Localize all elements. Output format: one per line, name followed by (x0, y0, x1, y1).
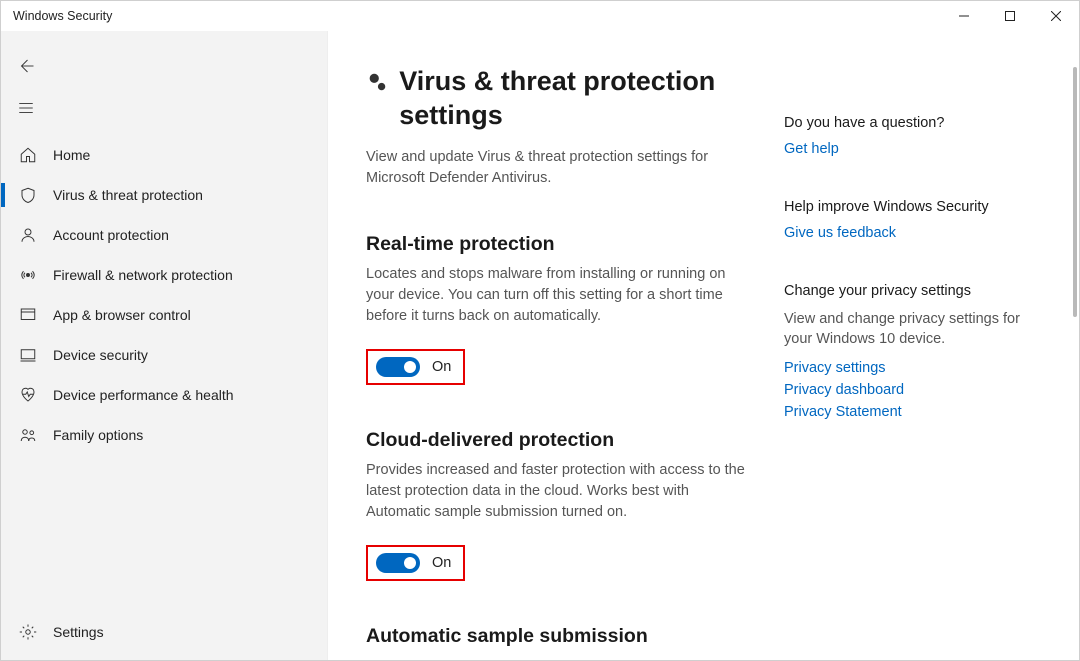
home-icon (17, 144, 39, 166)
minimize-button[interactable] (941, 1, 987, 31)
sidebar-item-label: Settings (53, 624, 104, 640)
sidebar-item-label: Device security (53, 347, 148, 363)
privacy-statement-link[interactable]: Privacy Statement (784, 404, 1051, 420)
window-title: Windows Security (13, 9, 112, 23)
app-icon (17, 304, 39, 326)
gear-icon (17, 621, 39, 643)
maximize-button[interactable] (987, 1, 1033, 31)
privacy-settings-link[interactable]: Privacy settings (784, 360, 1051, 376)
feedback-link[interactable]: Give us feedback (784, 225, 1051, 241)
right-heading: Change your privacy settings (784, 283, 1051, 299)
highlight-box: On (366, 545, 465, 581)
page-title: Virus & threat protection settings (399, 65, 754, 133)
sidebar-item-app-browser[interactable]: App & browser control (1, 295, 327, 335)
toggle-state: On (432, 359, 451, 375)
back-button[interactable] (5, 45, 47, 87)
section-realtime: Real-time protection Locates and stops m… (366, 233, 746, 385)
cloud-toggle[interactable] (376, 553, 420, 573)
shield-icon (17, 184, 39, 206)
sidebar-item-family[interactable]: Family options (1, 415, 327, 455)
sidebar-item-settings[interactable]: Settings (1, 612, 327, 652)
right-desc: View and change privacy settings for you… (784, 309, 1051, 350)
sidebar-item-label: Home (53, 147, 90, 163)
privacy-dashboard-link[interactable]: Privacy dashboard (784, 382, 1051, 398)
menu-button[interactable] (5, 87, 47, 129)
section-desc: Provides increased and faster protection… (366, 460, 746, 523)
sidebar: Home Virus & threat protection Account p… (1, 31, 328, 660)
section-title: Automatic sample submission (366, 625, 746, 648)
titlebar: Windows Security (1, 1, 1079, 31)
sidebar-item-virus-threat[interactable]: Virus & threat protection (1, 175, 327, 215)
close-button[interactable] (1033, 1, 1079, 31)
right-heading: Help improve Windows Security (784, 199, 1051, 215)
person-icon (17, 224, 39, 246)
realtime-toggle[interactable] (376, 357, 420, 377)
get-help-link[interactable]: Get help (784, 141, 1051, 157)
right-column: Do you have a question? Get help Help im… (784, 31, 1079, 660)
sidebar-item-label: Family options (53, 427, 143, 443)
sidebar-item-label: Account protection (53, 227, 169, 243)
toggle-state: On (432, 555, 451, 571)
sidebar-item-label: Firewall & network protection (53, 267, 233, 283)
right-heading: Do you have a question? (784, 115, 1051, 131)
section-title: Real-time protection (366, 233, 746, 256)
section-auto-sample: Automatic sample submission (366, 625, 746, 648)
sidebar-item-label: Virus & threat protection (53, 187, 203, 203)
device-icon (17, 344, 39, 366)
main-area: Virus & threat protection settings View … (328, 31, 1079, 660)
scrollbar[interactable] (1073, 67, 1077, 317)
sidebar-item-label: Device performance & health (53, 387, 234, 403)
page-subtitle: View and update Virus & threat protectio… (366, 147, 746, 189)
sidebar-item-home[interactable]: Home (1, 135, 327, 175)
highlight-box: On (366, 349, 465, 385)
family-icon (17, 424, 39, 446)
sidebar-item-performance[interactable]: Device performance & health (1, 375, 327, 415)
section-title: Cloud-delivered protection (366, 429, 746, 452)
sidebar-item-label: App & browser control (53, 307, 191, 323)
window: Windows Security Home Virus & threat pro… (0, 0, 1080, 661)
gears-icon (366, 71, 389, 98)
antenna-icon (17, 264, 39, 286)
sidebar-item-account[interactable]: Account protection (1, 215, 327, 255)
heart-icon (17, 384, 39, 406)
sidebar-item-firewall[interactable]: Firewall & network protection (1, 255, 327, 295)
section-cloud: Cloud-delivered protection Provides incr… (366, 429, 746, 581)
sidebar-item-device-security[interactable]: Device security (1, 335, 327, 375)
section-desc: Locates and stops malware from installin… (366, 264, 746, 327)
